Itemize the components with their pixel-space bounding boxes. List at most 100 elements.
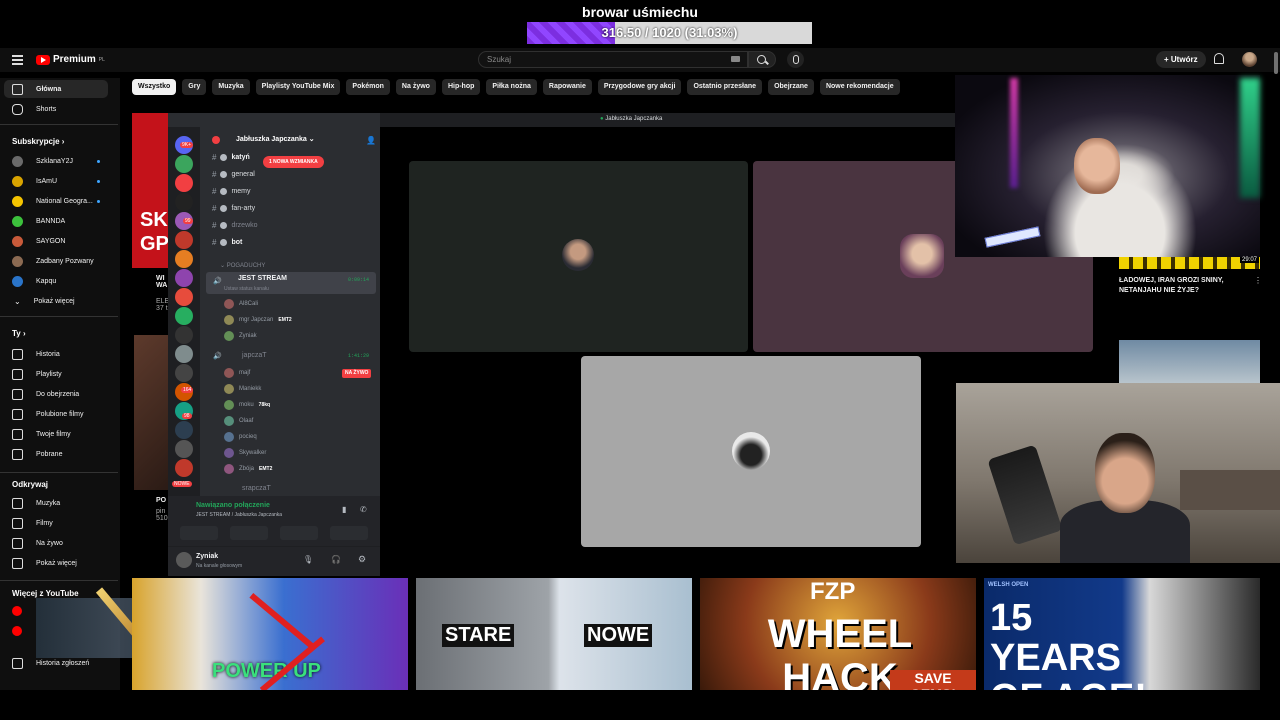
- search-input[interactable]: Szukaj: [478, 51, 748, 68]
- filter-chip[interactable]: Przygodowe gry akcji: [597, 79, 682, 95]
- sidebar-item-shorts[interactable]: Shorts: [4, 100, 108, 118]
- youtube-logo[interactable]: Premium PL: [36, 54, 105, 65]
- youtube-kids-icon[interactable]: [12, 626, 22, 636]
- video-thumbnail-pokemon[interactable]: POWER UP: [132, 578, 408, 690]
- sidebar-item-you[interactable]: Twoje filmy: [4, 425, 108, 443]
- sidebar-item-you[interactable]: Do obejrzenia: [4, 385, 108, 403]
- soundboard-button[interactable]: [330, 526, 368, 540]
- sidebar-item-you[interactable]: Polubione filmy: [4, 405, 108, 423]
- filter-chip[interactable]: Gry: [182, 79, 207, 95]
- settings-gear-icon[interactable]: ⚙: [358, 554, 366, 565]
- sidebar-subscription[interactable]: BANNDA: [4, 212, 108, 230]
- sidebar-item-explore[interactable]: Na żywo: [4, 534, 108, 552]
- voice-channel-name[interactable]: srapczaT: [242, 485, 271, 492]
- voice-member[interactable]: Zyniak: [224, 331, 257, 341]
- video-thumbnail-buildings[interactable]: STARE NOWE: [416, 578, 692, 690]
- filter-chip[interactable]: Ostatnio przesłane: [687, 79, 763, 95]
- screen-share-button[interactable]: [230, 526, 268, 540]
- create-button[interactable]: + Utwórz: [1156, 51, 1206, 68]
- filter-chip[interactable]: Wszystko: [132, 79, 177, 95]
- add-member-icon[interactable]: 👤: [366, 136, 376, 145]
- notifications-bell-icon[interactable]: [1214, 53, 1224, 64]
- filter-chip[interactable]: Nowe rekomendacje: [819, 79, 900, 95]
- voice-channel-name[interactable]: japczaT: [242, 352, 267, 359]
- sidebar-item-explore[interactable]: Muzyka: [4, 494, 108, 512]
- server-icon[interactable]: [175, 345, 193, 363]
- text-channel[interactable]: # memy: [212, 187, 251, 196]
- filter-chip[interactable]: Obejrzane: [768, 79, 814, 95]
- sidebar-item-explore[interactable]: Pokaż więcej: [4, 554, 108, 572]
- voice-member[interactable]: Olaaf: [224, 416, 253, 426]
- server-icon[interactable]: [175, 307, 193, 325]
- server-icon[interactable]: [175, 364, 193, 382]
- video-thumbnail[interactable]: [1119, 340, 1260, 383]
- sidebar-subscription[interactable]: National Geogra...: [4, 192, 108, 210]
- video-title[interactable]: ŁADOWEJ, IRAN GROZI SNINY, NETANJAHU NIE…: [1119, 276, 1249, 296]
- subscriptions-header[interactable]: Subskrypcje ›: [12, 137, 64, 146]
- server-icon[interactable]: [175, 459, 193, 477]
- sidebar-item-explore[interactable]: Filmy: [4, 514, 108, 532]
- microphone-icon[interactable]: 🎙: [303, 555, 313, 564]
- server-icon[interactable]: [175, 326, 193, 344]
- voice-member[interactable]: moku 78kq: [224, 400, 270, 410]
- filter-chip[interactable]: Playlisty YouTube Mix: [255, 79, 341, 95]
- filter-chip[interactable]: Piłka nożna: [486, 79, 537, 95]
- sidebar-subscription[interactable]: IsAmU: [4, 172, 108, 190]
- server-icon[interactable]: [175, 174, 193, 192]
- camera-off-button[interactable]: [180, 526, 218, 540]
- activities-button[interactable]: [280, 526, 318, 540]
- you-header[interactable]: Ty ›: [12, 329, 26, 338]
- filter-chip[interactable]: Hip-hop: [441, 79, 481, 95]
- server-icon[interactable]: [175, 269, 193, 287]
- voice-member[interactable]: Maniekk: [224, 384, 261, 394]
- server-icon[interactable]: [175, 231, 193, 249]
- voice-member[interactable]: pocieq: [224, 432, 257, 442]
- connection-channel[interactable]: JEST STREAM / Jabłuszka Japczanka: [196, 512, 282, 518]
- text-channel[interactable]: # katyń: [212, 153, 250, 162]
- video-title[interactable]: WI WA: [156, 275, 168, 289]
- server-icon[interactable]: [175, 155, 193, 173]
- voice-member[interactable]: majf: [224, 368, 250, 378]
- show-more-subs[interactable]: ⌄ Pokaż więcej: [4, 292, 108, 310]
- server-name-header[interactable]: Jabłuszka Japczanka ⌄: [200, 130, 380, 150]
- server-icon[interactable]: [175, 288, 193, 306]
- category-pogaduchy[interactable]: ⌄ POGADUCHY: [220, 262, 265, 269]
- search-button[interactable]: [748, 51, 776, 68]
- sidebar-item-home[interactable]: Główna: [4, 80, 108, 98]
- user-avatar[interactable]: [176, 552, 192, 568]
- account-avatar[interactable]: [1242, 52, 1257, 67]
- voice-member[interactable]: Skywalker: [224, 448, 266, 458]
- more-options-icon[interactable]: ⋮: [1254, 276, 1262, 285]
- signal-icon[interactable]: ▮: [342, 505, 346, 514]
- text-channel[interactable]: # bot: [212, 238, 242, 247]
- filter-chip[interactable]: Pokémon: [346, 79, 390, 95]
- text-channel[interactable]: # drzewko: [212, 221, 258, 230]
- filter-chip[interactable]: Na żywo: [395, 79, 436, 95]
- sidebar-item-you[interactable]: Historia: [4, 345, 108, 363]
- voice-search-icon[interactable]: [787, 51, 804, 68]
- filter-chip[interactable]: Muzyka: [212, 79, 250, 95]
- youtube-music-icon[interactable]: [12, 606, 22, 616]
- server-icon[interactable]: [175, 421, 193, 439]
- sidebar-item-you[interactable]: Pobrane: [4, 445, 108, 463]
- voice-member[interactable]: Al8Cali: [224, 299, 258, 309]
- server-icon[interactable]: [175, 440, 193, 458]
- sidebar-subscription[interactable]: SAYGON: [4, 232, 108, 250]
- video-title[interactable]: PO: [156, 497, 168, 504]
- sidebar-subscription[interactable]: Kapqu: [4, 272, 108, 290]
- page-scrollbar[interactable]: [1274, 52, 1278, 74]
- voice-member[interactable]: mgr Japczan EMT2: [224, 315, 292, 325]
- video-thumbnail[interactable]: [134, 335, 168, 490]
- disconnect-icon[interactable]: ✆: [360, 505, 367, 514]
- sidebar-item-you[interactable]: Playlisty: [4, 365, 108, 383]
- headphones-icon[interactable]: 🎧: [331, 555, 341, 564]
- sidebar-subscription[interactable]: SzklanaY2J: [4, 152, 108, 170]
- sidebar-subscription[interactable]: Zadbany Pozwany: [4, 252, 108, 270]
- hamburger-menu-icon[interactable]: [12, 55, 23, 65]
- voice-channel-status[interactable]: Ustaw status kanału: [224, 286, 269, 292]
- text-channel[interactable]: # general: [212, 170, 255, 179]
- server-icon[interactable]: [175, 193, 193, 211]
- new-mention-pill[interactable]: 1 NOWA WZMIANKA: [263, 156, 324, 168]
- video-thumbnail-game[interactable]: FZP WHEEL HACK SAVE GEMS!: [700, 578, 976, 690]
- video-thumbnail-snooker[interactable]: WELSH OPEN 15 YEARS OF AGE!: [984, 578, 1260, 690]
